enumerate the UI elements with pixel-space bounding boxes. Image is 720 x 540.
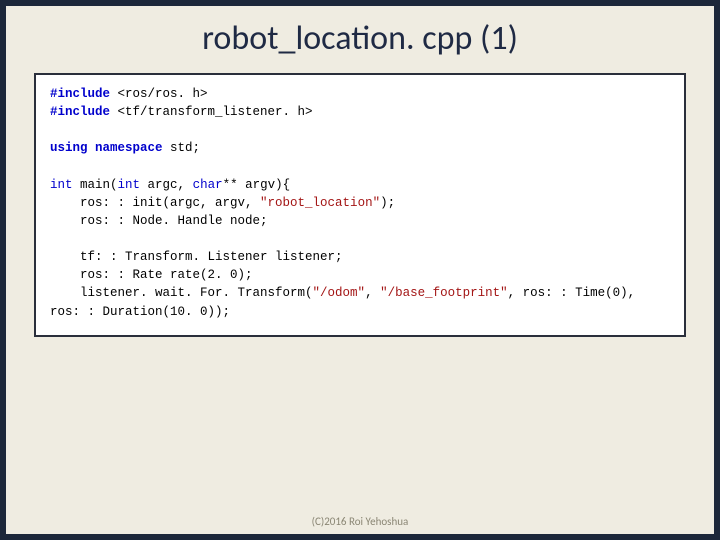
type: int [118, 178, 148, 192]
slide-title: robot_location. cpp (1) [6, 6, 714, 73]
code-text: , [365, 286, 380, 300]
code-text: , ros: : Time(0), [508, 286, 636, 300]
keyword: #include [50, 105, 118, 119]
code-text: argc, [148, 178, 193, 192]
code-line: #include <tf/transform_listener. h> [50, 105, 313, 119]
keyword: #include [50, 87, 118, 101]
code-text: listener. wait. For. Transform( [50, 286, 313, 300]
code-line: ros: : init(argc, argv, "robot_location"… [50, 196, 395, 210]
code-text: ros: : init(argc, argv, [50, 196, 260, 210]
code-line: listener. wait. For. Transform("/odom" , … [50, 286, 635, 300]
footer-copyright: (C)2016 Roi Yehoshua [6, 515, 714, 528]
code-line: using namespace std; [50, 141, 200, 155]
type: char [193, 178, 223, 192]
string-literal: "robot_location" [260, 196, 380, 210]
code-line: ros: : Rate rate(2. 0); [50, 268, 253, 282]
code-line: ros: : Node. Handle node; [50, 214, 268, 228]
type: int [50, 178, 80, 192]
code-text: std; [170, 141, 200, 155]
keyword: namespace [95, 141, 170, 155]
keyword: using [50, 141, 95, 155]
code-text: ** argv){ [223, 178, 291, 192]
code-block: #include <ros/ros. h> #include <tf/trans… [34, 73, 686, 337]
code-line: ros: : Duration(10. 0)); [50, 305, 230, 319]
code-line: tf: : Transform. Listener listener; [50, 250, 343, 264]
code-line: int main(int argc, char** argv){ [50, 178, 290, 192]
string-literal: "/odom" [313, 286, 366, 300]
include-path: <tf/transform_listener. h> [118, 105, 313, 119]
include-path: <ros/ros. h> [118, 87, 208, 101]
code-text: ); [380, 196, 395, 210]
string-literal: "/base_footprint" [380, 286, 508, 300]
code-text: main( [80, 178, 118, 192]
code-line: #include <ros/ros. h> [50, 87, 208, 101]
slide: robot_location. cpp (1) #include <ros/ro… [6, 6, 714, 534]
